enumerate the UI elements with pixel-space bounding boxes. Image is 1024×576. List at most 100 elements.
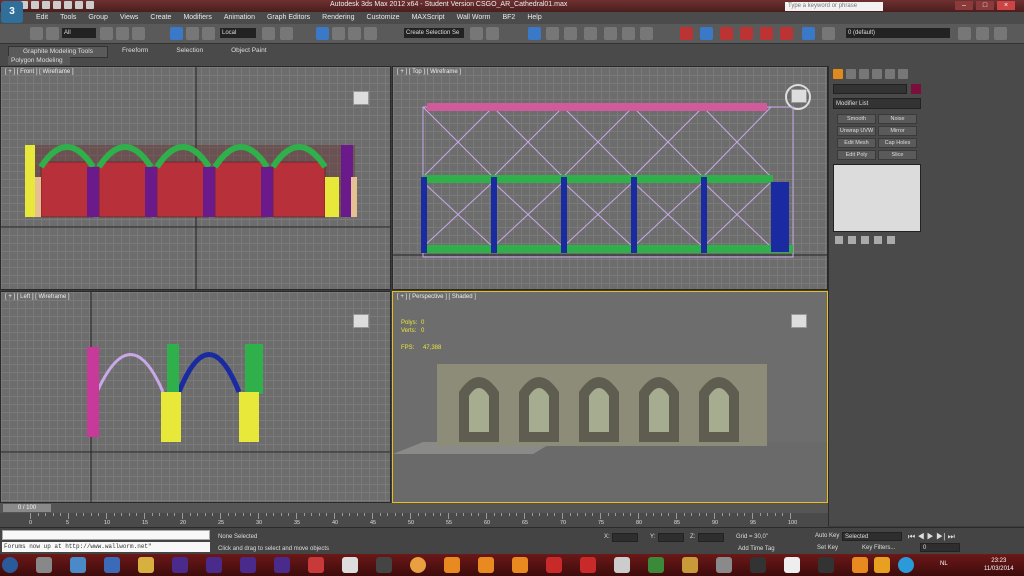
edit-mesh-button[interactable]: Edit Mesh: [837, 138, 876, 148]
menu-animation[interactable]: Animation: [218, 12, 261, 24]
halflife-taskbar-icon[interactable]: [444, 557, 460, 573]
tab-freeform[interactable]: Freeform: [108, 46, 162, 58]
taskbar-app-icon[interactable]: [206, 557, 222, 573]
quick-access-toolbar[interactable]: [20, 1, 94, 11]
taskbar-app-icon[interactable]: [70, 557, 86, 573]
wallworm-model-icon[interactable]: [740, 27, 753, 40]
render-icon[interactable]: [640, 27, 653, 40]
reference-coordinate-dropdown[interactable]: Local: [220, 28, 256, 38]
redo-icon[interactable]: [46, 27, 59, 40]
wallworm-export-icon[interactable]: [720, 27, 733, 40]
viewcube-icon[interactable]: [791, 314, 807, 328]
menu-maxscript[interactable]: MAXScript: [406, 12, 451, 24]
select-rotate-icon[interactable]: [186, 27, 199, 40]
menu-help[interactable]: Help: [521, 12, 547, 24]
viewcube-icon[interactable]: [353, 314, 369, 328]
layer-create-icon[interactable]: [976, 27, 989, 40]
layer-dropdown[interactable]: 0 (default): [846, 28, 950, 38]
viewport-label[interactable]: [ + ] [ Front ] [ Wireframe ]: [5, 69, 74, 75]
3dsmax-taskbar-icon[interactable]: [342, 557, 358, 573]
graphite-toggle-icon[interactable]: [546, 27, 559, 40]
key-filters-button[interactable]: Key Filters...: [862, 545, 895, 551]
render-frame-icon[interactable]: [622, 27, 635, 40]
auto-key-button[interactable]: Auto Key: [815, 533, 839, 539]
material-editor-icon[interactable]: [584, 27, 597, 40]
modifier-list-dropdown[interactable]: Modifier List: [833, 98, 921, 109]
create-tab-icon[interactable]: [833, 69, 843, 79]
align-icon[interactable]: [486, 27, 499, 40]
maxscript-listener-input[interactable]: [2, 530, 210, 540]
menu-rendering[interactable]: Rendering: [316, 12, 360, 24]
minimize-button[interactable]: –: [955, 1, 973, 10]
xy-axis-icon[interactable]: [802, 27, 815, 40]
taskbar-app-icon[interactable]: [104, 557, 120, 573]
viewport-label[interactable]: [ + ] [ Left ] [ Wireframe ]: [5, 294, 70, 300]
snaps-toggle-icon[interactable]: [316, 27, 329, 40]
halflife-taskbar-icon[interactable]: [478, 557, 494, 573]
firefox-taskbar-icon[interactable]: [410, 557, 426, 573]
search-input[interactable]: Type a keyword or phrase: [785, 2, 883, 11]
edit-poly-button[interactable]: Edit Poly: [837, 150, 876, 160]
taskbar-app-icon[interactable]: [546, 557, 562, 573]
taskbar-app-icon[interactable]: [818, 557, 834, 573]
smooth-button[interactable]: Smooth: [837, 114, 876, 124]
viewcube-icon[interactable]: [791, 89, 807, 103]
taskbar-app-icon[interactable]: [274, 557, 290, 573]
track-bar[interactable]: 0 5 10 15 20 25 30 35 40 45 50 55 60 65 …: [0, 513, 828, 527]
app-logo-icon[interactable]: 3: [1, 1, 23, 23]
y-coord-field[interactable]: [658, 533, 684, 542]
named-selection-set-dropdown[interactable]: Create Selection Se: [404, 28, 464, 38]
tab-object-paint[interactable]: Object Paint: [217, 46, 280, 58]
hierarchy-tab-icon[interactable]: [859, 69, 869, 79]
menu-graph-editors[interactable]: Graph Editors: [261, 12, 316, 24]
time-slider[interactable]: 0 / 100: [0, 503, 828, 513]
menu-tools[interactable]: Tools: [54, 12, 82, 24]
show-end-result-icon[interactable]: [848, 236, 856, 244]
modify-tab-icon[interactable]: [846, 69, 856, 79]
spinner-snap-icon[interactable]: [364, 27, 377, 40]
close-button[interactable]: ×: [997, 1, 1015, 10]
layer-select-icon[interactable]: [994, 27, 1007, 40]
taskbar-app-icon[interactable]: [138, 557, 154, 573]
mirror-button[interactable]: Mirror: [878, 126, 917, 136]
viewport-top[interactable]: [ + ] [ Top ] [ Wireframe ]: [392, 66, 828, 290]
remove-modifier-icon[interactable]: [874, 236, 882, 244]
viewcube-icon[interactable]: [353, 91, 369, 105]
modifier-stack[interactable]: [833, 164, 921, 232]
viewport-front[interactable]: [ + ] [ Front ] [ Wireframe ]: [0, 66, 391, 290]
taskbar-app-icon[interactable]: [36, 557, 52, 573]
key-mode-dropdown[interactable]: Selected: [842, 532, 902, 541]
tab-selection[interactable]: Selection: [162, 46, 217, 58]
utilities-tab-icon[interactable]: [898, 69, 908, 79]
layer-add-icon[interactable]: [958, 27, 971, 40]
taskbar-app-icon[interactable]: [648, 557, 664, 573]
halflife-taskbar-icon[interactable]: [512, 557, 528, 573]
start-button-icon[interactable]: [2, 557, 18, 573]
pivot-center-icon[interactable]: [262, 27, 275, 40]
noise-button[interactable]: Noise: [878, 114, 917, 124]
percent-snap-icon[interactable]: [348, 27, 361, 40]
taskbar-app-icon[interactable]: [172, 557, 188, 573]
slice-button[interactable]: Slice: [878, 150, 917, 160]
taskbar-app-icon[interactable]: [716, 557, 732, 573]
menu-modifiers[interactable]: Modifiers: [177, 12, 217, 24]
maxscript-output[interactable]: Forums now up at http://www.wallworm.net…: [2, 542, 210, 552]
taskbar-app-icon[interactable]: [580, 557, 596, 573]
current-frame-field[interactable]: 0: [920, 543, 960, 552]
mirror-icon[interactable]: [470, 27, 483, 40]
menu-create[interactable]: Create: [144, 12, 177, 24]
pin-stack-icon[interactable]: [835, 236, 843, 244]
select-manipulate-icon[interactable]: [280, 27, 293, 40]
viewport-left[interactable]: [ + ] [ Left ] [ Wireframe ]: [0, 291, 391, 503]
selection-filter-dropdown[interactable]: All: [62, 28, 96, 38]
taskbar-app-icon[interactable]: [308, 557, 324, 573]
steam-taskbar-icon[interactable]: [376, 557, 392, 573]
playback-controls-icon[interactable]: ⏮ ◀ ▶ ▶| ⏭: [908, 532, 955, 542]
layer-manager-icon[interactable]: [528, 27, 541, 40]
taskbar-app-icon[interactable]: [750, 557, 766, 573]
system-clock[interactable]: 23:23 11/03/2014: [984, 557, 1014, 573]
object-name-field[interactable]: [833, 84, 907, 94]
language-indicator[interactable]: NL: [940, 561, 948, 567]
taskbar-app-icon[interactable]: [852, 557, 868, 573]
curve-editor-icon[interactable]: [564, 27, 577, 40]
